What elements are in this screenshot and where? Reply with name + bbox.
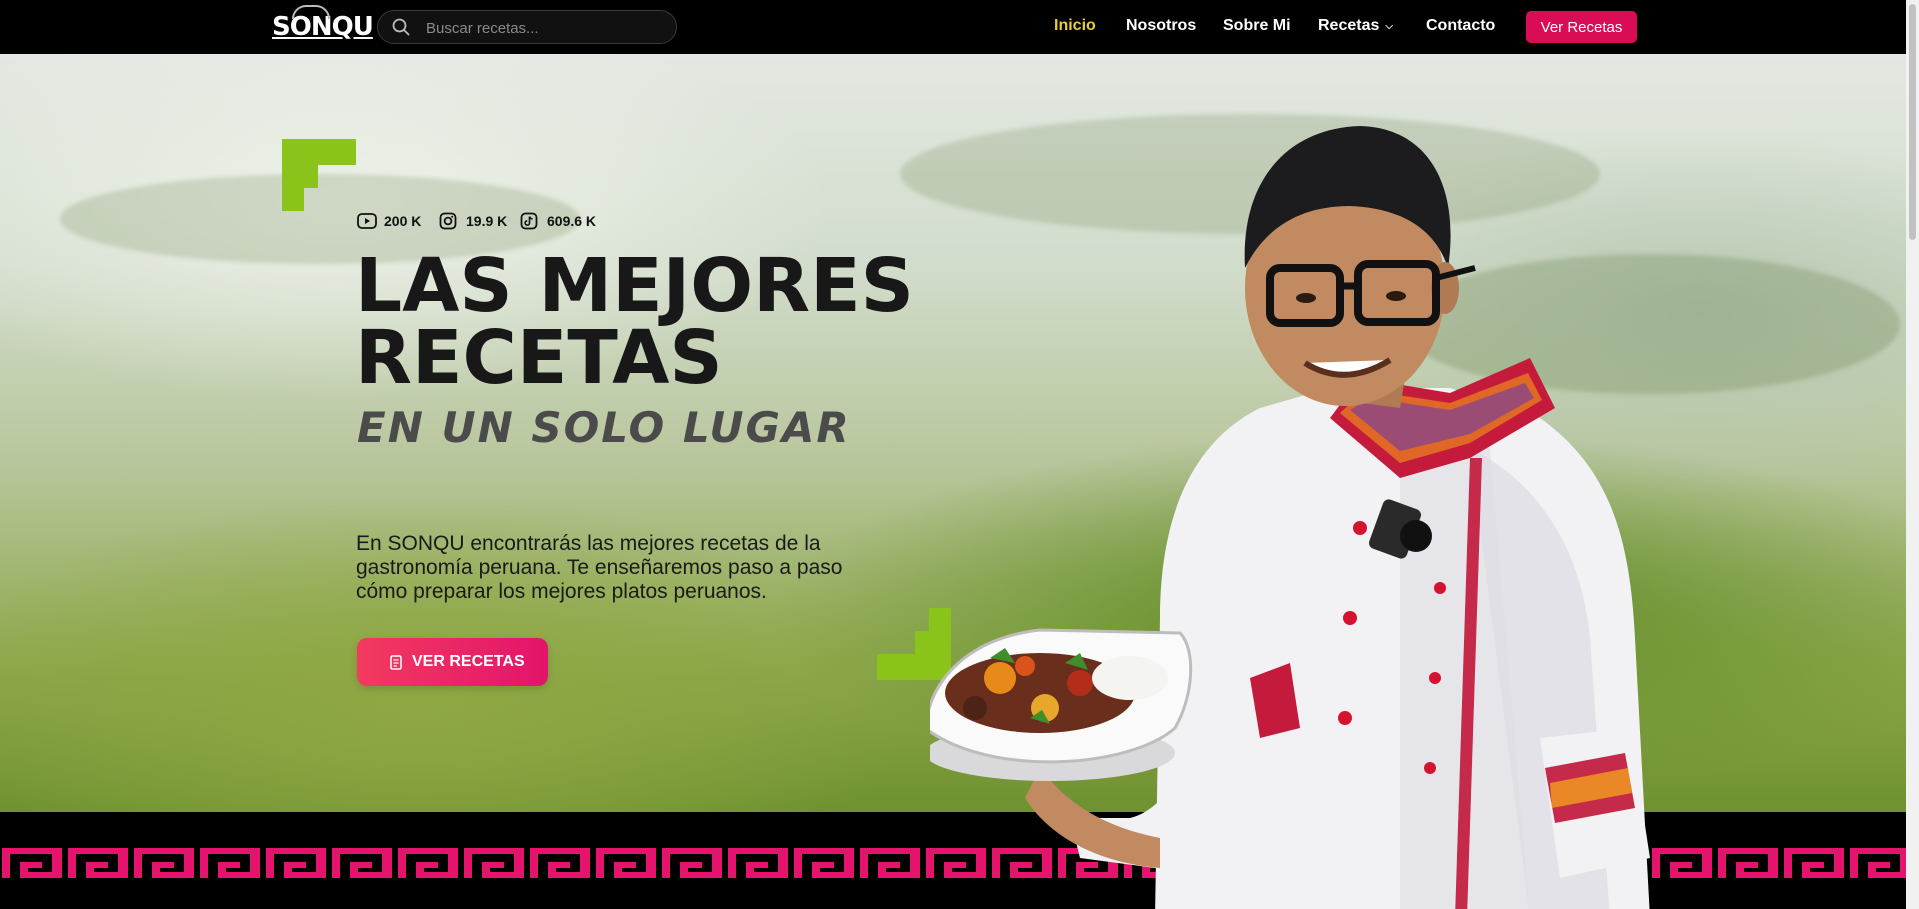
stat-value: 19.9 K xyxy=(466,213,508,229)
nav-item-nosotros[interactable]: Nosotros xyxy=(1126,0,1196,52)
tiktok-icon xyxy=(520,212,538,230)
search-icon xyxy=(392,18,410,36)
nav-item-contacto[interactable]: Contacto xyxy=(1426,0,1495,52)
instagram-icon xyxy=(439,212,457,230)
nav-item-recetas-label: Recetas xyxy=(1318,17,1380,34)
nav-item-inicio[interactable]: Inicio xyxy=(1054,0,1096,52)
document-icon xyxy=(390,655,402,670)
nav-item-recetas[interactable]: Recetas ⌵ xyxy=(1318,0,1393,52)
hero-title: LAS MEJORES RECETAS xyxy=(355,249,914,395)
green-step-decoration-icon xyxy=(282,139,356,211)
page-scrollbar[interactable] xyxy=(1906,0,1919,909)
hero-title-line2: RECETAS xyxy=(355,315,723,401)
chevron-down-icon: ⌵ xyxy=(1385,21,1393,32)
hero-description: En SONQU encontrarás las mejores recetas… xyxy=(356,532,843,603)
stat-value: 609.6 K xyxy=(547,213,597,229)
ver-recetas-nav-button[interactable]: Ver Recetas xyxy=(1526,11,1637,43)
hero-subtitle: EN UN SOLO LUGAR xyxy=(357,403,851,452)
hero-button-label: VER RECETAS xyxy=(412,653,525,670)
scrollbar-thumb[interactable] xyxy=(1909,4,1916,240)
sonqu-logo[interactable]: SONQU xyxy=(272,5,374,45)
youtube-icon xyxy=(357,213,377,229)
search-input[interactable] xyxy=(424,11,668,45)
nav-item-sobre-mi[interactable]: Sobre Mi xyxy=(1223,0,1291,52)
ver-recetas-hero-button[interactable]: VER RECETAS xyxy=(357,638,548,686)
search-box xyxy=(377,10,677,45)
chef-holding-dish-image xyxy=(930,126,1650,909)
stat-value: 200 K xyxy=(384,213,422,229)
top-navbar: SONQU Inicio Nosotros Sobre Mi Recetas⌵ … xyxy=(0,0,1906,54)
logo-arch-icon xyxy=(292,5,330,19)
